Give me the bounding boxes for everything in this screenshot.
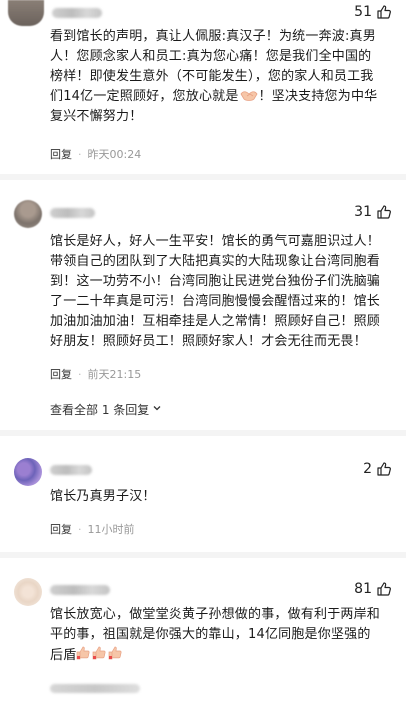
like-count: 51 bbox=[354, 4, 372, 20]
like-counter[interactable]: 81 bbox=[354, 581, 392, 597]
timestamp: 前天21:15 bbox=[87, 368, 142, 381]
username-redacted[interactable] bbox=[52, 8, 102, 18]
comment-meta: 回复 · 昨天00:24 bbox=[50, 146, 141, 162]
thumbs-up-icon[interactable] bbox=[376, 461, 392, 477]
avatar[interactable] bbox=[14, 578, 42, 606]
reply-button[interactable]: 回复 bbox=[50, 146, 72, 162]
timestamp: 昨天00:24 bbox=[87, 148, 142, 161]
avatar[interactable] bbox=[14, 200, 42, 228]
like-count: 2 bbox=[363, 461, 372, 477]
avatar[interactable] bbox=[14, 458, 42, 486]
username-redacted[interactable] bbox=[50, 208, 95, 218]
avatar[interactable] bbox=[8, 0, 44, 26]
thumbs-up-emoji-icon bbox=[76, 645, 124, 665]
like-counter[interactable]: 51 bbox=[354, 4, 392, 20]
chevron-down-icon bbox=[151, 402, 163, 417]
thumbs-up-icon[interactable] bbox=[376, 581, 392, 597]
view-all-replies-link[interactable]: 查看全部 1 条回复 bbox=[50, 401, 163, 418]
meta-separator: · bbox=[78, 522, 82, 536]
meta-separator: · bbox=[78, 147, 82, 161]
meta-separator: · bbox=[78, 367, 82, 381]
comment-meta: 回复 · 11小时前 bbox=[50, 521, 135, 537]
divider bbox=[0, 430, 406, 436]
thumbs-up-icon[interactable] bbox=[376, 204, 392, 220]
reply-button[interactable]: 回复 bbox=[50, 366, 72, 382]
view-all-replies-label: 查看全部 1 条回复 bbox=[50, 403, 150, 417]
comment-text: 馆长是好人，好人一生平安！馆长的勇气可嘉胆识过人！ 带领自己的团队到了大陆把真实… bbox=[50, 234, 381, 349]
comment-text: 看到馆长的声明，真让人佩服:真汉子！为统一奔波:真男 人！您顾念家人和员工:真为… bbox=[50, 27, 395, 127]
like-counter[interactable]: 2 bbox=[363, 461, 392, 477]
comment-meta: 回复 · 前天21:15 bbox=[50, 366, 141, 382]
timestamp: 11小时前 bbox=[87, 523, 135, 536]
thumbs-up-icon[interactable] bbox=[376, 4, 392, 20]
handshake-emoji-icon bbox=[239, 88, 259, 106]
like-count: 31 bbox=[354, 204, 372, 220]
comment-text: 馆长放宽心，做堂堂炎黄子孙想做的事，做有利于两岸和 平的事，祖国就是你强大的靠山… bbox=[50, 605, 395, 666]
username-redacted[interactable] bbox=[50, 585, 110, 595]
comment-text: 馆长乃真男子汉！ bbox=[50, 489, 156, 504]
redacted-meta bbox=[50, 684, 140, 693]
divider bbox=[0, 174, 406, 180]
like-counter[interactable]: 31 bbox=[354, 204, 392, 220]
reply-button[interactable]: 回复 bbox=[50, 521, 72, 537]
like-count: 81 bbox=[354, 581, 372, 597]
divider bbox=[0, 552, 406, 558]
username-redacted[interactable] bbox=[50, 465, 92, 475]
